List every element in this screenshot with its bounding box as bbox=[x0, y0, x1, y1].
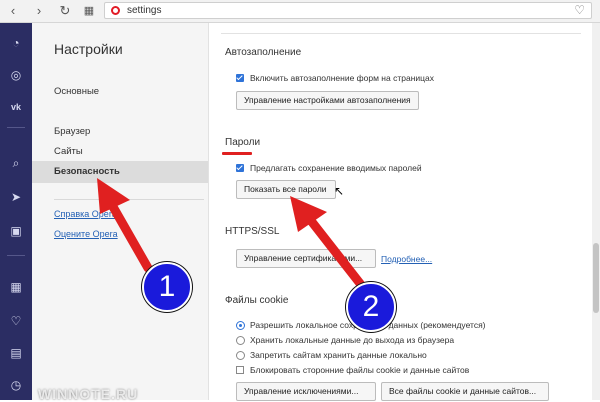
annotation-arrows bbox=[97, 178, 367, 291]
mouse-cursor-icon: ↖ bbox=[334, 184, 345, 198]
annotation-badge-1: 1 bbox=[142, 262, 192, 312]
annotation-badge-2: 2 bbox=[346, 282, 396, 332]
arrow-2 bbox=[290, 196, 367, 291]
arrow-1 bbox=[97, 178, 153, 273]
